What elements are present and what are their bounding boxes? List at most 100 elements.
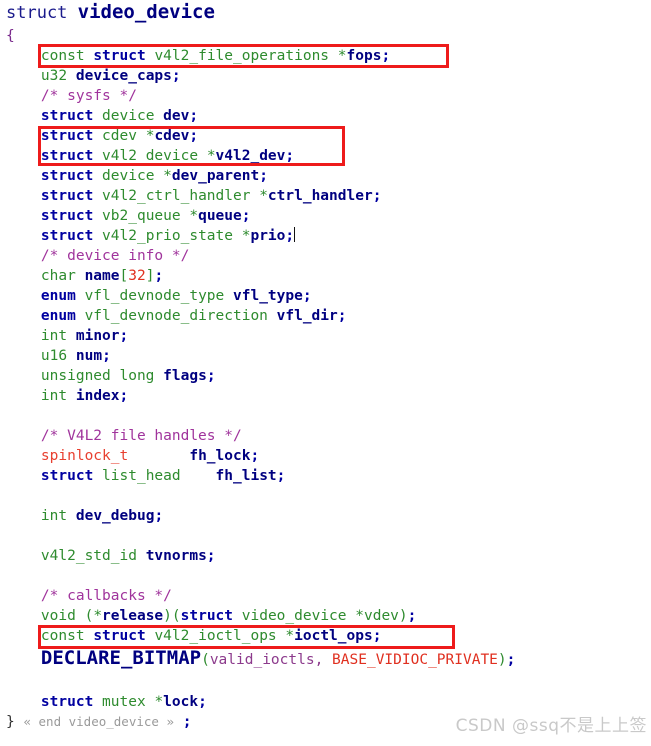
pointer-star: * <box>285 628 295 644</box>
type-name: u32 <box>40 68 68 84</box>
semicolon: ; <box>198 694 207 710</box>
member-release: release <box>102 608 164 624</box>
struct-name: video_device <box>77 1 215 23</box>
type-name: vb2_queue <box>102 208 181 224</box>
alignment-padding <box>128 448 189 464</box>
line-vfl-type: enum vfl_devnode_type vfl_type; <box>0 286 651 306</box>
pointer-star: * <box>259 188 268 204</box>
line-device-caps: u32 device_caps; <box>0 66 651 86</box>
type-name: cdev <box>102 128 137 144</box>
type-name: v4l2_device <box>102 148 199 164</box>
type-name: device <box>102 108 155 124</box>
line-name: char name[32]; <box>0 266 651 286</box>
line-queue: struct vb2_queue *queue; <box>0 206 651 226</box>
open-brace-line: { <box>0 26 651 46</box>
line-v4l2-dev: struct v4l2_device *v4l2_dev; <box>0 146 651 166</box>
semicolon: ; <box>206 548 216 564</box>
member-queue: queue <box>198 208 242 224</box>
semicolon: ; <box>337 308 347 324</box>
right-paren: ) <box>163 608 172 624</box>
type-name: u16 <box>40 348 68 364</box>
member-vfl-dir: vfl_dir <box>276 308 338 324</box>
type-name: void <box>40 608 76 624</box>
semicolon: ; <box>189 108 199 124</box>
type-name: v4l2_ioctl_ops <box>154 628 277 644</box>
member-lock: lock <box>163 694 199 710</box>
line-dev-parent: struct device *dev_parent; <box>0 166 651 186</box>
pointer-star: * <box>154 694 164 710</box>
semicolon: ; <box>372 188 382 204</box>
type-name: int <box>40 388 68 404</box>
macro-arg-valid-ioctls: valid_ioctls <box>209 652 315 668</box>
semicolon: ; <box>259 168 268 184</box>
type-name: v4l2_prio_state <box>102 228 233 244</box>
member-cdev: cdev <box>154 128 190 144</box>
type-name: v4l2_std_id <box>40 548 137 564</box>
member-fh-list: fh_list <box>215 468 277 484</box>
line-fops: const struct v4l2_file_operations *fops; <box>0 46 651 66</box>
struct-keyword: struct <box>40 128 94 144</box>
line-index: int index; <box>0 386 651 406</box>
pointer-star: * <box>337 48 347 64</box>
struct-keyword: struct <box>180 608 234 624</box>
pointer-star: * <box>93 608 103 624</box>
array-size: 32 <box>128 268 146 284</box>
semicolon: ; <box>285 148 295 164</box>
semicolon: ; <box>372 628 382 644</box>
struct-keyword: struct <box>40 468 94 484</box>
type-name: vfl_devnode_direction <box>84 308 268 324</box>
struct-keyword: struct <box>40 108 94 124</box>
pointer-star: * <box>189 208 199 224</box>
type-name: mutex <box>102 694 146 710</box>
semicolon: ; <box>276 468 286 484</box>
semicolon: ; <box>506 652 516 668</box>
struct-keyword: struct <box>40 148 94 164</box>
comment-device-info: /* device info */ <box>40 248 190 264</box>
member-name: name <box>84 268 120 284</box>
line-prio: struct v4l2_prio_state *prio; <box>0 226 651 246</box>
line-dev: struct device dev; <box>0 106 651 126</box>
line-ctrl-handler: struct v4l2_ctrl_handler *ctrl_handler; <box>0 186 651 206</box>
semicolon: ; <box>119 388 129 404</box>
line-comment-file-handles: /* V4L2 file handles */ <box>0 426 651 446</box>
line-ioctl-ops: const struct v4l2_ioctl_ops *ioctl_ops; <box>0 626 651 646</box>
line-fh-list: struct list_head fh_list; <box>0 466 651 486</box>
struct-keyword: struct <box>40 168 94 184</box>
semicolon: ; <box>206 368 216 384</box>
member-vfl-type: vfl_type <box>233 288 303 304</box>
member-dev: dev <box>163 108 190 124</box>
line-comment-sysfs: /* sysfs */ <box>0 86 651 106</box>
enum-keyword: enum <box>40 308 76 324</box>
fold-marker[interactable]: « end video_device » <box>23 714 174 729</box>
alignment-padding <box>181 468 216 484</box>
left-paren: ( <box>201 652 210 668</box>
line-lock: struct mutex *lock; <box>0 692 651 712</box>
csdn-watermark: CSDN @ssq不是上上签 <box>455 716 647 736</box>
left-paren: ( <box>171 608 181 624</box>
semicolon: ; <box>182 714 192 730</box>
type-name: char <box>40 268 76 284</box>
member-index: index <box>75 388 120 404</box>
member-tvnorms: tvnorms <box>145 548 207 564</box>
const-keyword: const <box>40 48 85 64</box>
line-vfl-dir: enum vfl_devnode_direction vfl_dir; <box>0 306 651 326</box>
semicolon: ; <box>171 68 181 84</box>
member-dev-debug: dev_debug <box>75 508 155 524</box>
type-name: vfl_devnode_type <box>84 288 225 304</box>
semicolon: ; <box>154 268 164 284</box>
type-name: list_head <box>102 468 181 484</box>
type-name: unsigned long <box>40 368 155 384</box>
type-name: v4l2_file_operations <box>154 48 330 64</box>
line-fh-lock: spinlock_t fh_lock; <box>0 446 651 466</box>
line-comment-callbacks: /* callbacks */ <box>0 586 651 606</box>
line-flags: unsigned long flags; <box>0 366 651 386</box>
code-listing: struct video_device { const struct v4l2_… <box>0 0 651 746</box>
semicolon: ; <box>407 608 417 624</box>
member-v4l2-dev: v4l2_dev <box>215 148 286 164</box>
semicolon: ; <box>189 128 199 144</box>
member-flags: flags <box>163 368 207 384</box>
left-paren: ( <box>84 608 94 624</box>
struct-keyword: struct <box>6 3 78 23</box>
